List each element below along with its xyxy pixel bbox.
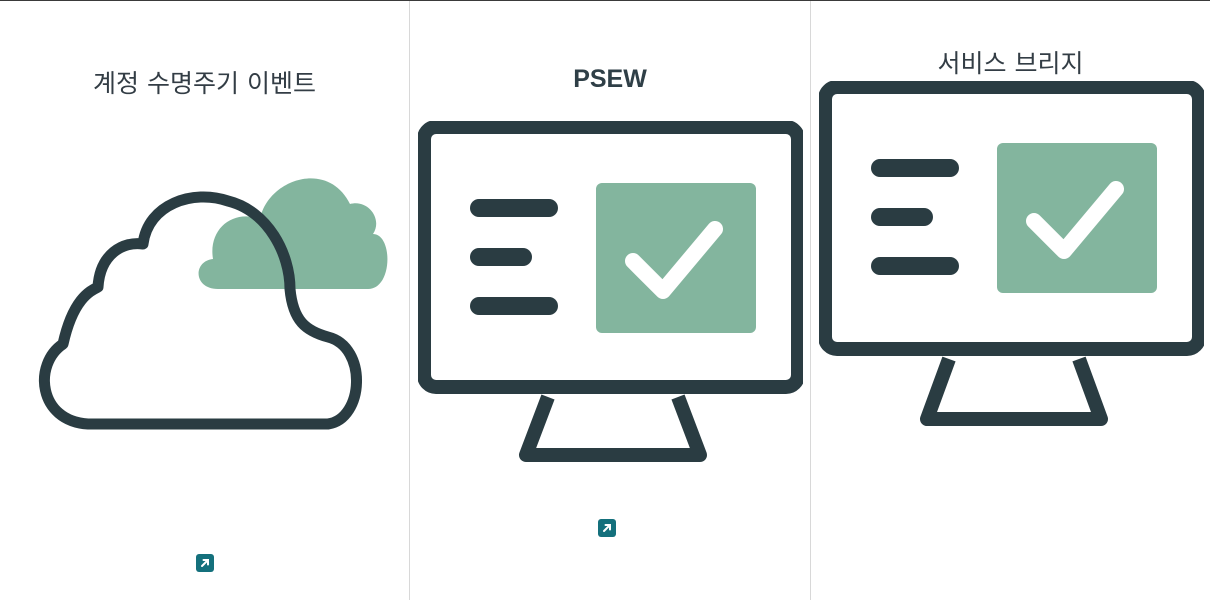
card-title: PSEW (573, 65, 647, 93)
card-psew: PSEW (409, 1, 810, 600)
card-title: 계정 수명주기 이벤트 (93, 69, 316, 98)
card-account-lifecycle: 계정 수명주기 이벤트 (0, 1, 409, 600)
external-link-icon[interactable] (196, 554, 214, 572)
monitor-check-icon (819, 81, 1204, 431)
cloud-icon (28, 149, 393, 449)
card-row: 계정 수명주기 이벤트 PSEW 서비스 브리지 (0, 0, 1210, 600)
monitor-check-icon (418, 121, 803, 471)
card-title: 서비스 브리지 (937, 49, 1084, 78)
external-link-icon[interactable] (598, 519, 616, 537)
card-service-bridge: 서비스 브리지 (810, 1, 1210, 600)
